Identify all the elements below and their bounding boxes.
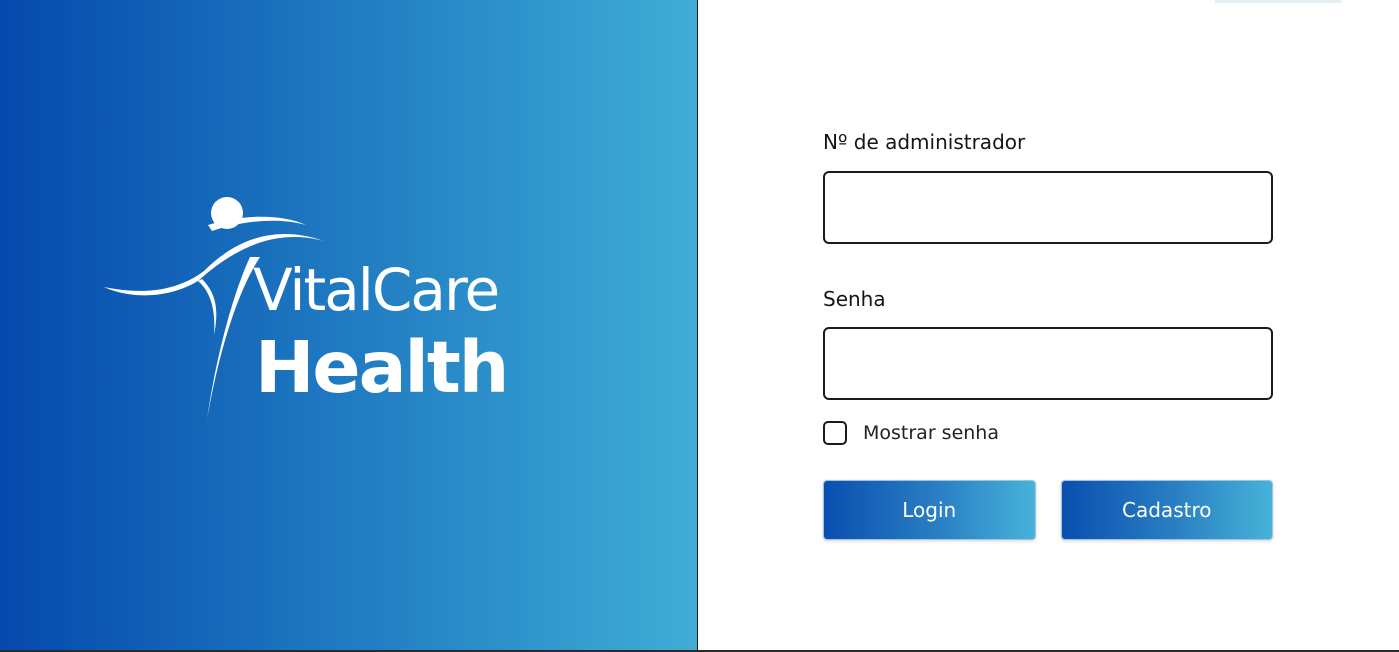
show-password-row: Mostrar senha [823,421,1273,445]
admin-number-label: Nº de administrador [823,130,1026,154]
panel-divider [697,0,698,652]
show-password-label[interactable]: Mostrar senha [863,421,999,445]
register-button[interactable]: Cadastro [1060,480,1273,540]
password-input[interactable] [823,327,1273,400]
show-password-checkbox[interactable] [823,421,847,445]
login-page: VitalCare Health Nº de administrador Sen… [0,0,1399,652]
top-edge-strip [1215,0,1341,3]
brand-name-vitalcare: VitalCare [253,256,500,324]
brand-name-health: Health [255,326,509,409]
action-buttons: Login Cadastro [823,480,1273,540]
brand-panel: VitalCare Health [0,0,697,652]
password-label: Senha [823,287,886,311]
admin-number-input[interactable] [823,171,1273,244]
login-form: Nº de administrador Senha Mostrar senha … [823,128,1273,540]
brand-logo: VitalCare Health [100,195,560,425]
login-button[interactable]: Login [823,480,1036,540]
